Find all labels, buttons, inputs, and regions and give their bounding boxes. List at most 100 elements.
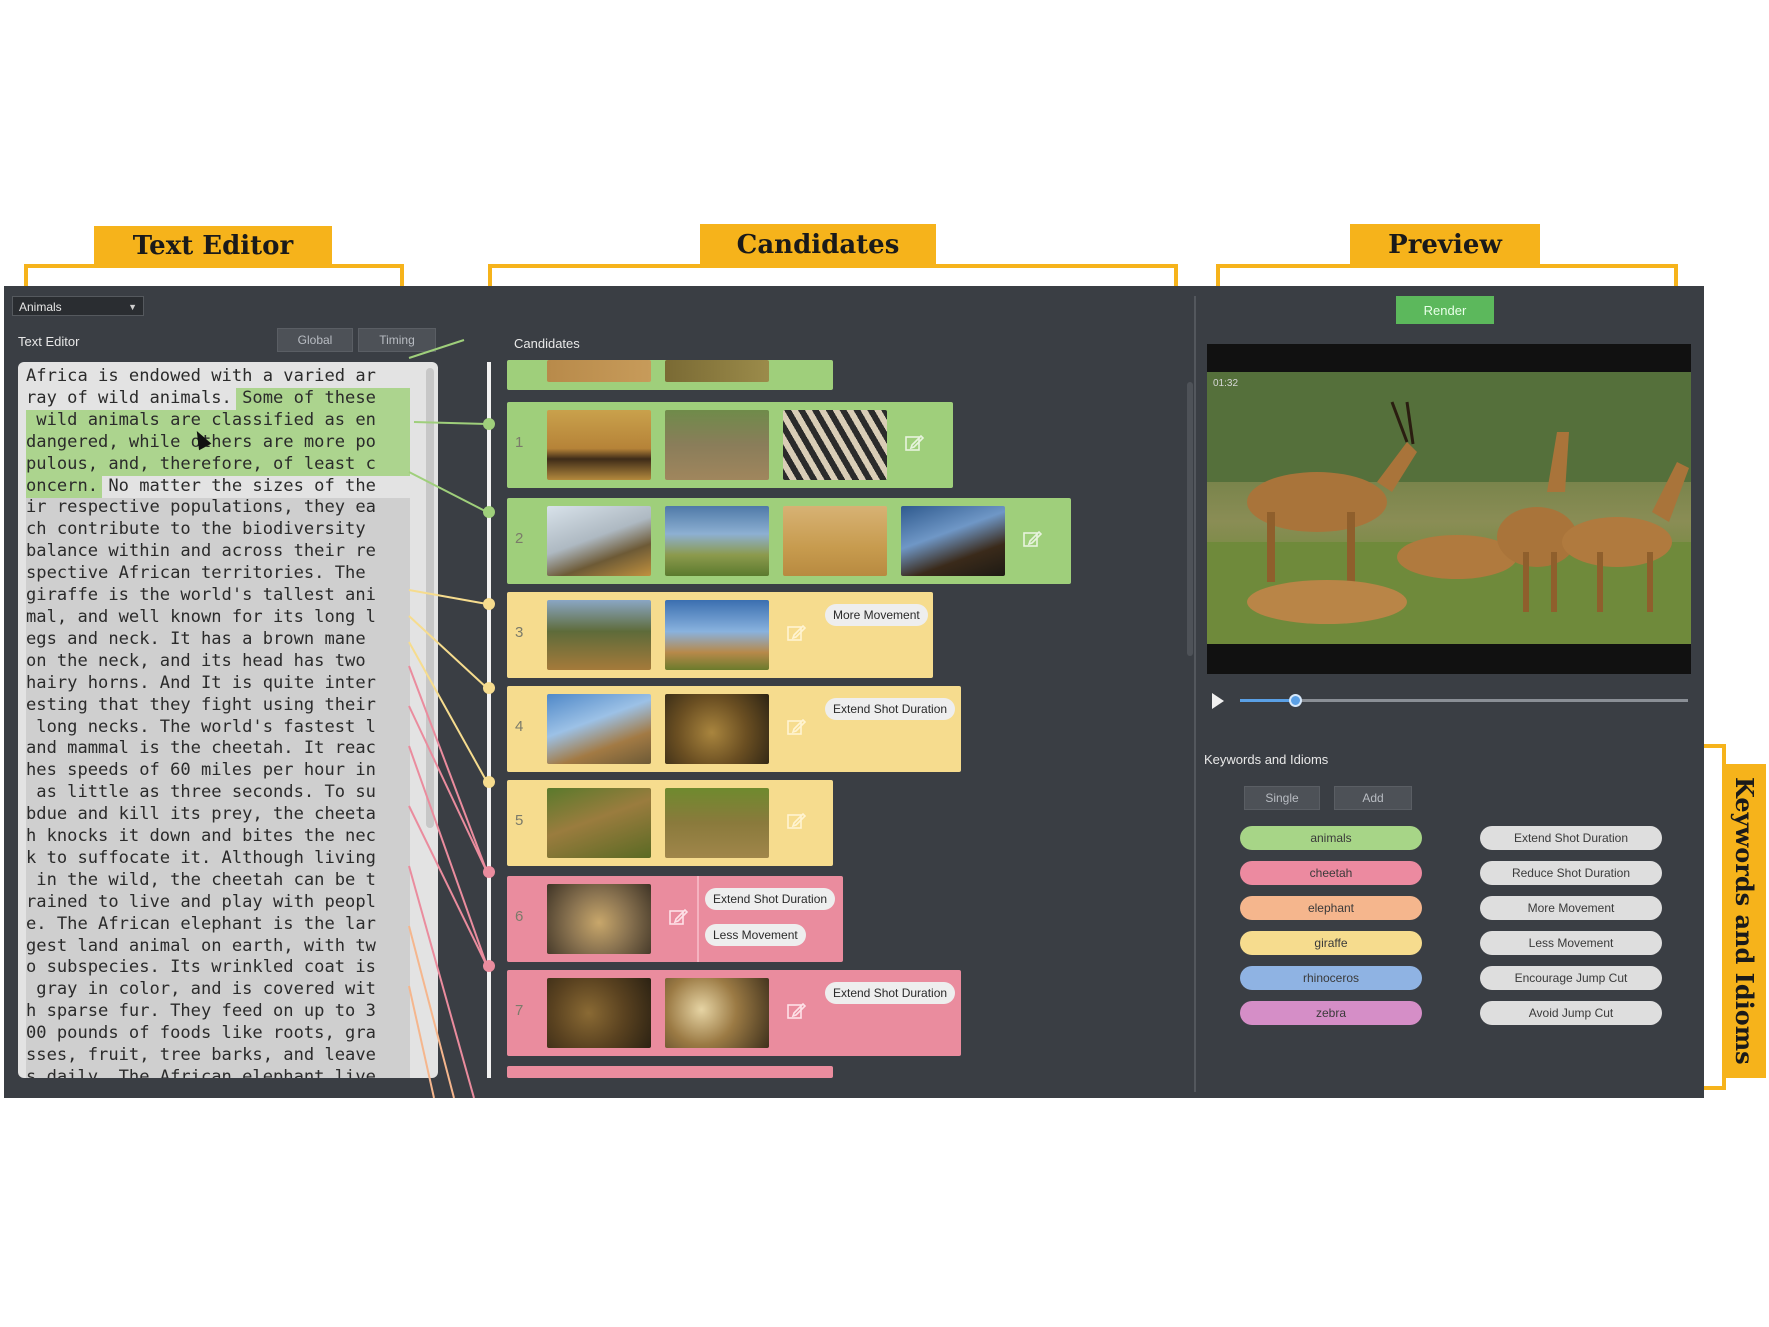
thumbnail[interactable] bbox=[783, 410, 887, 480]
thumbnail[interactable] bbox=[547, 978, 651, 1048]
render-button[interactable]: Render bbox=[1396, 296, 1494, 324]
keyword-pill-elephant[interactable]: elephant bbox=[1240, 896, 1422, 920]
thumbnail[interactable] bbox=[547, 600, 651, 670]
candidate-row-7[interactable]: 7 Extend Shot Duration bbox=[507, 970, 961, 1056]
candidate-row-3[interactable]: 3 More Movement bbox=[507, 592, 933, 678]
add-button[interactable]: Add bbox=[1334, 786, 1412, 810]
link-line-7a bbox=[408, 745, 488, 967]
preview-callout: Preview bbox=[1350, 224, 1540, 266]
thumbnail[interactable] bbox=[547, 694, 651, 764]
idiom-tag[interactable]: Extend Shot Duration bbox=[825, 698, 956, 720]
seek-progress bbox=[1240, 699, 1295, 702]
panel-divider bbox=[1194, 296, 1196, 1092]
candidate-row-8[interactable] bbox=[507, 1066, 833, 1078]
idiom-pill[interactable]: Extend Shot Duration bbox=[1480, 826, 1662, 850]
candidates-callout: Candidates bbox=[700, 224, 936, 266]
link-line-6a bbox=[408, 665, 488, 873]
link-line-0 bbox=[408, 339, 465, 359]
thumbnail[interactable] bbox=[665, 694, 769, 764]
thumbnail[interactable] bbox=[547, 506, 651, 576]
edit-icon[interactable] bbox=[785, 810, 807, 832]
timeline-node-1[interactable] bbox=[483, 418, 495, 430]
preview-bracket bbox=[1216, 264, 1678, 286]
candidate-row-2[interactable]: 2 bbox=[507, 498, 1071, 584]
thumbnail[interactable] bbox=[783, 506, 887, 576]
link-line-3 bbox=[408, 589, 488, 605]
idiom-pill[interactable]: More Movement bbox=[1480, 896, 1662, 920]
idiom-pill[interactable]: Encourage Jump Cut bbox=[1480, 966, 1662, 990]
thumbnail[interactable] bbox=[547, 884, 651, 954]
edit-icon[interactable] bbox=[785, 1000, 807, 1022]
timeline-node-4[interactable] bbox=[483, 682, 495, 694]
thumbnail[interactable] bbox=[665, 788, 769, 858]
link-line-7b bbox=[408, 805, 488, 967]
link-line-8c bbox=[408, 985, 435, 1098]
thumbnail[interactable] bbox=[547, 410, 651, 480]
candidate-number: 5 bbox=[515, 812, 524, 829]
thumbnail[interactable] bbox=[665, 360, 769, 382]
candidate-number: 4 bbox=[515, 718, 524, 735]
app-window: Animals ▼ Text Editor Global Timing Afri… bbox=[4, 286, 1704, 1098]
timeline-node-5[interactable] bbox=[483, 776, 495, 788]
thumbnail[interactable] bbox=[901, 506, 1005, 576]
play-icon[interactable] bbox=[1212, 693, 1224, 709]
link-line-1 bbox=[413, 421, 488, 425]
text-editor-bracket bbox=[24, 264, 404, 286]
candidate-row-4[interactable]: 4 Extend Shot Duration bbox=[507, 686, 961, 772]
candidate-number: 1 bbox=[515, 434, 524, 451]
link-line-6b bbox=[408, 705, 488, 873]
candidate-number: 2 bbox=[515, 530, 524, 547]
video-frame-image: 01:32 bbox=[1207, 372, 1691, 644]
candidate-number: 6 bbox=[515, 908, 524, 925]
video-player[interactable]: 01:32 bbox=[1207, 344, 1691, 674]
idiom-tag[interactable]: Extend Shot Duration bbox=[705, 888, 836, 910]
edit-icon[interactable] bbox=[1021, 528, 1043, 550]
text-editor-callout: Text Editor bbox=[94, 226, 332, 266]
candidate-row-5[interactable]: 5 bbox=[507, 780, 833, 866]
edit-icon[interactable] bbox=[903, 432, 925, 454]
candidates-bracket bbox=[488, 264, 1178, 286]
antelope-scene bbox=[1207, 372, 1691, 644]
timeline-node-7[interactable] bbox=[483, 960, 495, 972]
thumbnail[interactable] bbox=[547, 360, 651, 382]
edit-icon[interactable] bbox=[667, 906, 689, 928]
seek-handle[interactable] bbox=[1289, 694, 1302, 707]
thumbnail[interactable] bbox=[665, 506, 769, 576]
row-divider bbox=[697, 876, 699, 962]
keyword-pill-zebra[interactable]: zebra bbox=[1240, 1001, 1422, 1025]
thumbnail[interactable] bbox=[665, 978, 769, 1048]
keyword-pill-animals[interactable]: animals bbox=[1240, 826, 1422, 850]
candidates-title: Candidates bbox=[514, 336, 580, 351]
keyword-pill-giraffe[interactable]: giraffe bbox=[1240, 931, 1422, 955]
link-line-2 bbox=[408, 471, 488, 513]
keyword-pill-cheetah[interactable]: cheetah bbox=[1240, 861, 1422, 885]
timeline-node-6[interactable] bbox=[483, 866, 495, 878]
candidate-row-6[interactable]: 6 Extend Shot Duration Less Movement bbox=[507, 876, 843, 962]
thumbnail[interactable] bbox=[547, 788, 651, 858]
thumbnail[interactable] bbox=[665, 410, 769, 480]
idiom-pill[interactable]: Reduce Shot Duration bbox=[1480, 861, 1662, 885]
timeline-node-2[interactable] bbox=[483, 506, 495, 518]
video-timecode: 01:32 bbox=[1213, 378, 1239, 389]
link-line-4 bbox=[408, 615, 488, 689]
candidate-row-0[interactable] bbox=[507, 360, 833, 390]
link-lines bbox=[408, 339, 488, 1098]
timeline-node-3[interactable] bbox=[483, 598, 495, 610]
seek-bar[interactable] bbox=[1240, 694, 1688, 707]
keywords-title: Keywords and Idioms bbox=[1204, 752, 1329, 767]
keywords-callout: Keywords and Idioms bbox=[1722, 764, 1766, 1078]
thumbnail[interactable] bbox=[665, 600, 769, 670]
keyword-pill-rhinoceros[interactable]: rhinoceros bbox=[1240, 966, 1422, 990]
idiom-tag[interactable]: Less Movement bbox=[705, 924, 806, 946]
idiom-pill[interactable]: Avoid Jump Cut bbox=[1480, 1001, 1662, 1025]
idiom-tag[interactable]: Extend Shot Duration bbox=[825, 982, 956, 1004]
single-button[interactable]: Single bbox=[1244, 786, 1320, 810]
candidate-row-1[interactable]: 1 bbox=[507, 402, 953, 488]
idiom-pill[interactable]: Less Movement bbox=[1480, 931, 1662, 955]
candidates-scrollbar[interactable] bbox=[1187, 382, 1193, 656]
edit-icon[interactable] bbox=[785, 622, 807, 644]
idiom-tag[interactable]: More Movement bbox=[825, 604, 928, 626]
edit-icon[interactable] bbox=[785, 716, 807, 738]
link-line-5 bbox=[408, 641, 488, 783]
candidate-number: 3 bbox=[515, 624, 524, 641]
